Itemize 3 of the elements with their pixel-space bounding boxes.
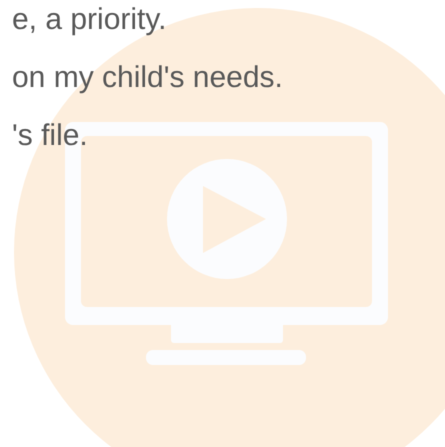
paragraph-line: e, a priority.: [12, 2, 166, 38]
paragraph-line: on my child's needs.: [12, 60, 283, 96]
paragraph-line: 's file.: [12, 118, 88, 154]
